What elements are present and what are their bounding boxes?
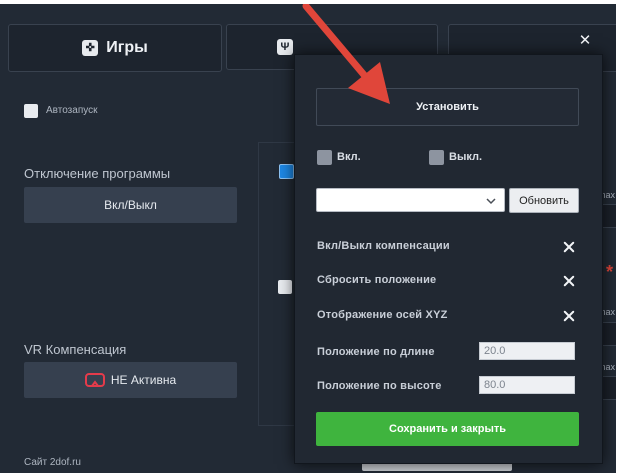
- save-and-close-button[interactable]: Сохранить и закрыть: [316, 412, 579, 446]
- tab-games[interactable]: ✜ Игры: [8, 24, 222, 72]
- vr-status-button[interactable]: НЕ Активна: [24, 362, 237, 398]
- usb-icon: Ψ: [277, 39, 293, 55]
- off-label: Выкл.: [449, 151, 483, 163]
- length-position-input[interactable]: 20.0: [479, 342, 575, 360]
- height-position-input[interactable]: 80.0: [479, 376, 575, 394]
- compensation-toggle-label: Вкл/Выкл компенсации: [317, 240, 450, 252]
- on-label: Вкл.: [337, 151, 361, 163]
- height-position-label: Положение по высоте: [317, 380, 442, 392]
- app-window: ✜ Игры Ψ ✕ Автозапуск Отключение програм…: [0, 4, 616, 473]
- tab-games-label: Игры: [106, 39, 148, 56]
- chevron-down-icon: [486, 198, 496, 205]
- autostart-label: Автозапуск: [46, 105, 98, 116]
- middle-checkbox[interactable]: [278, 280, 292, 294]
- program-off-label: Отключение программы: [24, 166, 171, 181]
- gamepad-icon: ✜: [82, 40, 99, 56]
- refresh-button[interactable]: Обновить: [509, 188, 579, 213]
- close-icon[interactable]: [563, 241, 575, 253]
- xyz-axes-label: Отображение осей XYZ: [317, 309, 448, 321]
- reset-position-label: Сбросить положение: [317, 274, 437, 286]
- off-checkbox[interactable]: [429, 150, 444, 165]
- vr-settings-dialog: Установить Вкл. Выкл. Обновить Вкл/Выкл …: [294, 54, 603, 464]
- autostart-checkbox[interactable]: [24, 104, 38, 118]
- device-select[interactable]: [316, 188, 505, 212]
- footer-site-link[interactable]: Сайт 2dof.ru: [24, 457, 81, 468]
- accent-checkbox[interactable]: [279, 164, 294, 179]
- close-button[interactable]: ✕: [576, 32, 594, 50]
- required-mark: *: [606, 262, 614, 282]
- on-off-button[interactable]: Вкл/Выкл: [24, 187, 237, 223]
- vr-headset-icon: [84, 373, 105, 387]
- on-checkbox[interactable]: [317, 150, 332, 165]
- close-icon[interactable]: [563, 310, 575, 322]
- vr-status-label: НЕ Активна: [110, 373, 177, 387]
- vr-compensation-label: VR Компенсация: [24, 342, 127, 357]
- close-icon[interactable]: [563, 275, 575, 287]
- length-position-label: Положение по длине: [317, 346, 435, 358]
- annotation-arrow: [302, 4, 390, 104]
